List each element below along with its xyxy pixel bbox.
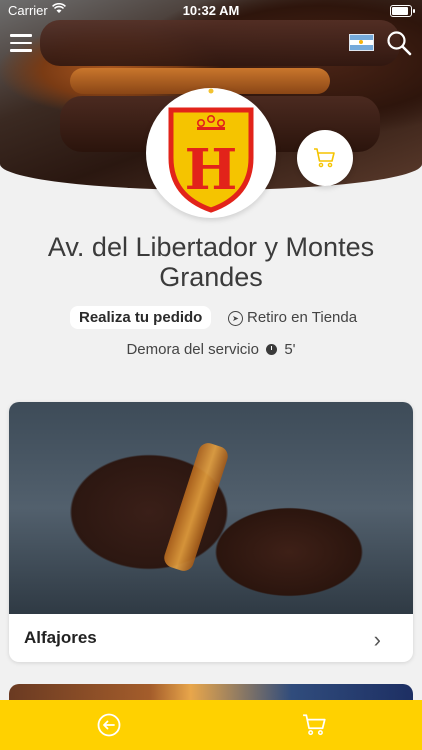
store-name: Av. del Libertador y Montes Grandes [47,232,375,292]
hero-cake-top [40,20,400,66]
navigation-arrow-icon: ➤ [228,311,243,326]
brand-shield-icon: H [168,88,254,213]
logo-letter: H [185,137,238,203]
category-image [9,402,413,614]
category-label: Alfajores [24,628,97,647]
floating-cart-button[interactable] [297,130,353,186]
cart-icon [314,148,335,168]
bottom-bar [0,700,422,750]
service-delay: Demora del servicio 5' [0,341,422,358]
category-card-alfajores[interactable]: Alfajores › [9,402,413,662]
brand-logo: H [146,88,276,218]
cart-icon[interactable] [302,712,328,738]
chevron-right-icon: › [373,627,381,652]
pickup-option[interactable]: ➤ Retiro en Tienda [228,309,357,326]
battery-icon [390,5,415,17]
category-image-caramel [161,440,231,574]
clock-time: 10:32 AM [182,3,240,18]
order-row: Realiza tu pedido ➤ Retiro en Tienda [0,306,422,330]
pickup-label: Retiro en Tienda [247,309,358,326]
hamburger-menu-icon[interactable] [10,34,32,52]
search-icon[interactable] [386,30,412,56]
clock-icon [266,344,278,355]
order-button[interactable]: Realiza tu pedido [70,306,212,329]
argentina-flag-icon[interactable] [349,34,374,51]
back-arrow-icon[interactable] [96,712,122,738]
delay-label: Demora del servicio [126,341,259,358]
delay-value: 5' [284,341,296,358]
status-bar: Carrier 10:32 AM [0,0,422,22]
